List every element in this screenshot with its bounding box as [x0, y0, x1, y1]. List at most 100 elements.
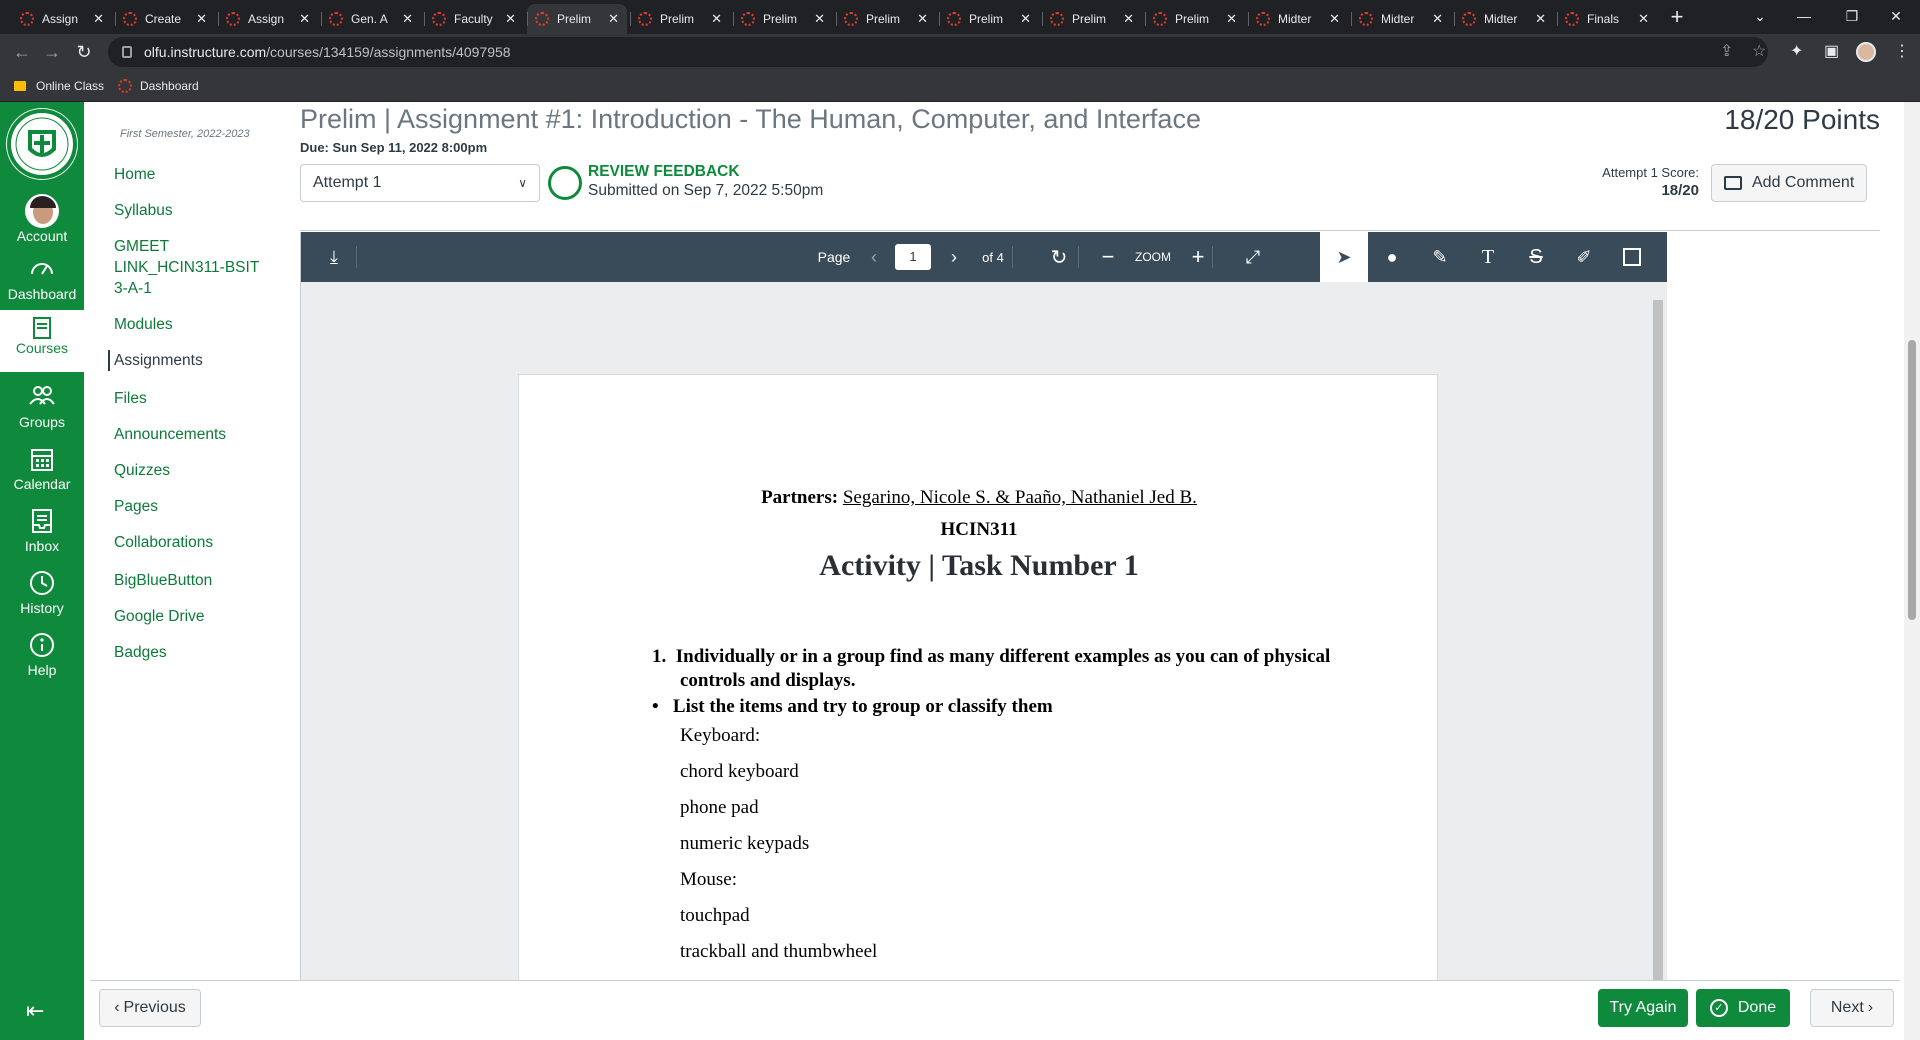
restore-button[interactable]: ❐	[1828, 0, 1876, 34]
page-number-input[interactable]: 1	[895, 244, 931, 270]
course-nav-home[interactable]: Home	[114, 164, 290, 185]
course-nav-modules[interactable]: Modules	[114, 314, 290, 335]
previous-button[interactable]: ‹ Previous	[99, 989, 201, 1027]
school-logo[interactable]	[4, 104, 80, 186]
browser-tab[interactable]: Midter ✕	[1248, 4, 1348, 34]
area-annotation-icon[interactable]	[1608, 232, 1656, 282]
forward-icon[interactable]: →	[40, 40, 64, 64]
browser-tab[interactable]: Finals ✕	[1557, 4, 1657, 34]
select-tool-icon[interactable]: ➤	[1320, 232, 1368, 282]
close-tab-icon[interactable]: ✕	[608, 11, 619, 27]
browser-tab[interactable]: Midter ✕	[1351, 4, 1451, 34]
pdf-partners-line: Partners: Segarino, Nicole S. & Paaño, N…	[519, 487, 1439, 509]
close-tab-icon[interactable]: ✕	[402, 11, 413, 27]
browser-tab[interactable]: Prelim ✕	[939, 4, 1039, 34]
page-scrollbar-thumb[interactable]	[1908, 340, 1916, 620]
close-tab-icon[interactable]: ✕	[1020, 11, 1031, 27]
close-tab-icon[interactable]: ✕	[505, 11, 516, 27]
nav-dashboard[interactable]: Dashboard	[0, 256, 84, 316]
browser-tab[interactable]: Create ✕	[115, 4, 215, 34]
close-tab-icon[interactable]: ✕	[814, 11, 825, 27]
close-tab-icon[interactable]: ✕	[711, 11, 722, 27]
browser-tab[interactable]: Prelim ✕	[1145, 4, 1245, 34]
close-tab-icon[interactable]: ✕	[196, 11, 207, 27]
close-window-button[interactable]: ✕	[1872, 0, 1920, 34]
try-again-button[interactable]: Try Again	[1598, 989, 1688, 1027]
nav-inbox[interactable]: Inbox	[0, 508, 84, 568]
course-nav-gmeet-link[interactable]: GMEET LINK_HCIN311-BSIT 3-A-1	[114, 236, 274, 299]
reload-icon[interactable]: ↻	[72, 40, 96, 64]
pdf-scrollbar-thumb[interactable]	[1653, 300, 1663, 980]
rotate-icon[interactable]: ↻	[1039, 232, 1079, 282]
course-nav-announcements[interactable]: Announcements	[114, 424, 290, 445]
course-nav-syllabus[interactable]: Syllabus	[114, 200, 290, 221]
share-icon[interactable]: ⇪	[1720, 37, 1733, 67]
browser-tab[interactable]: Prelim ✕	[630, 4, 730, 34]
close-tab-icon[interactable]: ✕	[1123, 11, 1134, 27]
highlight-pen-icon[interactable]: ✎	[1416, 232, 1464, 282]
close-tab-icon[interactable]: ✕	[1432, 11, 1443, 27]
course-nav-bigbluebutton[interactable]: BigBlueButton	[114, 570, 290, 591]
bookmark-star-icon[interactable]: ☆	[1752, 37, 1766, 67]
nav-courses[interactable]: Courses	[0, 310, 84, 372]
point-annotation-icon[interactable]: ●	[1368, 232, 1416, 282]
nav-groups[interactable]: Groups	[0, 384, 84, 444]
next-button[interactable]: Next ›	[1810, 989, 1894, 1027]
course-nav-quizzes[interactable]: Quizzes	[114, 460, 290, 481]
browser-tab[interactable]: Assign ✕	[12, 4, 112, 34]
browser-tab[interactable]: Assign ✕	[218, 4, 318, 34]
close-tab-icon[interactable]: ✕	[917, 11, 928, 27]
collapse-nav-icon[interactable]: ⇤	[26, 998, 56, 1023]
bookmark-online-class[interactable]: Online Class	[14, 76, 104, 96]
close-tab-icon[interactable]: ✕	[299, 11, 310, 27]
nav-calendar[interactable]: Calendar	[0, 446, 84, 506]
fullscreen-icon[interactable]: ⤢	[1233, 232, 1273, 282]
course-nav-files[interactable]: Files	[114, 388, 290, 409]
extensions-icon[interactable]: ✦	[1790, 37, 1803, 67]
browser-tab[interactable]: Midter ✕	[1454, 4, 1554, 34]
course-nav-google-drive[interactable]: Google Drive	[114, 606, 290, 627]
zoom-in-icon[interactable]: +	[1183, 232, 1213, 282]
minimize-button[interactable]: —	[1780, 0, 1828, 34]
course-nav-collaborations[interactable]: Collaborations	[114, 532, 290, 553]
zoom-out-icon[interactable]: −	[1093, 232, 1123, 282]
strikeout-icon[interactable]: S	[1512, 232, 1560, 282]
browser-tab[interactable]: Faculty ✕	[424, 4, 524, 34]
close-tab-icon[interactable]: ✕	[1535, 11, 1546, 27]
course-nav-pages[interactable]: Pages	[114, 496, 290, 517]
profile-avatar[interactable]	[1856, 42, 1876, 62]
url-field[interactable]: olfu.instructure.com/courses/134159/assi…	[108, 37, 1768, 67]
tab-search-icon[interactable]: ⌄	[1736, 0, 1784, 34]
close-tab-icon[interactable]: ✕	[1226, 11, 1237, 27]
draw-brush-icon[interactable]: ✐	[1560, 232, 1608, 282]
add-comment-button[interactable]: Add Comment	[1711, 164, 1867, 202]
close-tab-icon[interactable]: ✕	[93, 11, 104, 27]
text-tool-icon[interactable]: T	[1464, 232, 1512, 282]
course-nav-assignments[interactable]: Assignments	[108, 350, 284, 371]
bookmark-dashboard[interactable]: Dashboard	[118, 76, 199, 96]
browser-tab[interactable]: Gen. A ✕	[321, 4, 421, 34]
close-tab-icon[interactable]: ✕	[1638, 11, 1649, 27]
course-nav-badges[interactable]: Badges	[114, 642, 290, 663]
inbox-icon	[0, 508, 84, 538]
menu-icon[interactable]: ⋮	[1894, 37, 1910, 67]
new-tab-button[interactable]: +	[1662, 4, 1692, 30]
next-page-icon[interactable]: ›	[939, 232, 969, 282]
back-icon[interactable]: ←	[10, 40, 34, 64]
review-feedback-link[interactable]: REVIEW FEEDBACK	[588, 163, 740, 181]
side-panel-icon[interactable]: ▣	[1824, 37, 1839, 67]
pdf-partners-label: Partners:	[761, 487, 839, 508]
attempt-select[interactable]: Attempt 1 ∨	[300, 164, 540, 202]
browser-tab[interactable]: Prelim ✕	[527, 4, 627, 34]
browser-tab[interactable]: Prelim ✕	[1042, 4, 1142, 34]
tab-title: Faculty	[454, 12, 493, 26]
nav-help[interactable]: Help	[0, 632, 84, 692]
browser-tab[interactable]: Prelim ✕	[836, 4, 936, 34]
browser-tab[interactable]: Prelim ✕	[733, 4, 833, 34]
nav-account[interactable]: Account	[0, 194, 84, 254]
done-button[interactable]: ✓ Done	[1696, 989, 1790, 1027]
close-tab-icon[interactable]: ✕	[1329, 11, 1340, 27]
download-icon[interactable]: ⤓	[311, 232, 357, 282]
nav-history[interactable]: History	[0, 570, 84, 630]
previous-page-icon[interactable]: ‹	[859, 232, 889, 282]
